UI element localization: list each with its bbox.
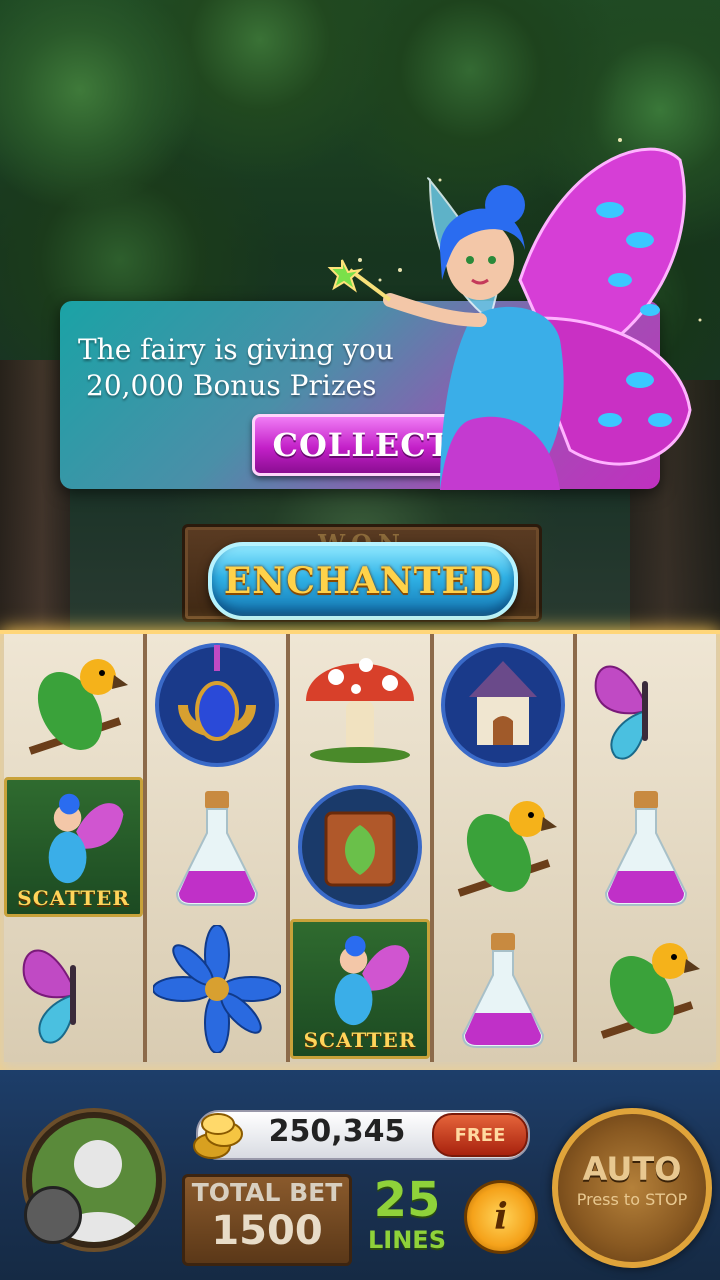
lines-value[interactable]: 25: [362, 1172, 452, 1228]
fairy-scatter-icon: [48, 793, 124, 884]
parrot-icon: [601, 943, 701, 1039]
parrot-icon: [28, 659, 128, 755]
avatar-status-dot: [24, 1186, 82, 1244]
symbol-butterfly: [577, 634, 716, 776]
butterfly-icon: [595, 665, 649, 760]
symbol-fairy-scatter: SCATTER: [290, 918, 430, 1060]
reel-3: SCATTER: [290, 634, 434, 1062]
symbol-spell-book: [290, 776, 429, 918]
scatter-label: SCATTER: [17, 886, 130, 910]
enchanted-label: ENCHANTED: [223, 560, 503, 602]
spell-book-icon: [298, 785, 422, 909]
potion-icon: [462, 933, 545, 1048]
symbol-potion: [577, 776, 716, 918]
symbol-parrot: [4, 634, 143, 776]
info-button[interactable]: i: [464, 1180, 538, 1254]
enchanted-banner-button[interactable]: ENCHANTED: [208, 542, 518, 620]
auto-label: AUTO: [582, 1150, 682, 1188]
symbol-potion: [147, 776, 286, 918]
symbol-fairy-house: [434, 634, 573, 776]
symbol-butterfly: [4, 918, 143, 1060]
reel-2: [147, 634, 291, 1062]
scatter-card: SCATTER: [290, 919, 430, 1059]
free-coins-button[interactable]: FREE: [432, 1113, 528, 1157]
butterfly-icon: [22, 949, 76, 1044]
reel-4: [433, 634, 577, 1062]
auto-spin-button[interactable]: [552, 1108, 712, 1268]
slot-reels[interactable]: SCATTER SCATTER: [4, 634, 717, 1062]
coin-stack-icon: [193, 1113, 243, 1159]
symbol-amulet: [147, 634, 286, 776]
mushroom-icon: [306, 658, 414, 763]
parrot-icon: [457, 801, 558, 897]
free-label: FREE: [454, 1124, 506, 1146]
scatter-card: SCATTER: [4, 777, 144, 917]
reel-5: [576, 634, 717, 1062]
lines-label: LINES: [368, 1226, 446, 1254]
info-icon: i: [494, 1196, 508, 1238]
fairy-illustration: [327, 138, 702, 490]
symbol-potion: [434, 918, 573, 1060]
total-bet-value: 1500: [211, 1208, 323, 1254]
fairy-house-icon: [441, 643, 566, 767]
potion-icon: [605, 791, 688, 906]
scatter-label: SCATTER: [303, 1028, 417, 1052]
symbol-mushroom: [290, 634, 429, 776]
amulet-icon: [154, 643, 279, 767]
potion-icon: [175, 791, 258, 906]
fairy-scatter-icon: [335, 935, 410, 1026]
symbol-blue-flower: [147, 918, 286, 1060]
symbol-parrot: [434, 776, 573, 918]
blue-flower-icon: [152, 925, 281, 1053]
total-bet-label: TOTAL BET: [191, 1178, 343, 1207]
symbol-fairy-scatter: SCATTER: [4, 776, 144, 918]
coins-value: 250,345: [268, 1114, 406, 1149]
symbol-parrot: [577, 918, 716, 1060]
reel-1: SCATTER: [4, 634, 148, 1062]
auto-sublabel: Press to STOP: [576, 1190, 688, 1209]
